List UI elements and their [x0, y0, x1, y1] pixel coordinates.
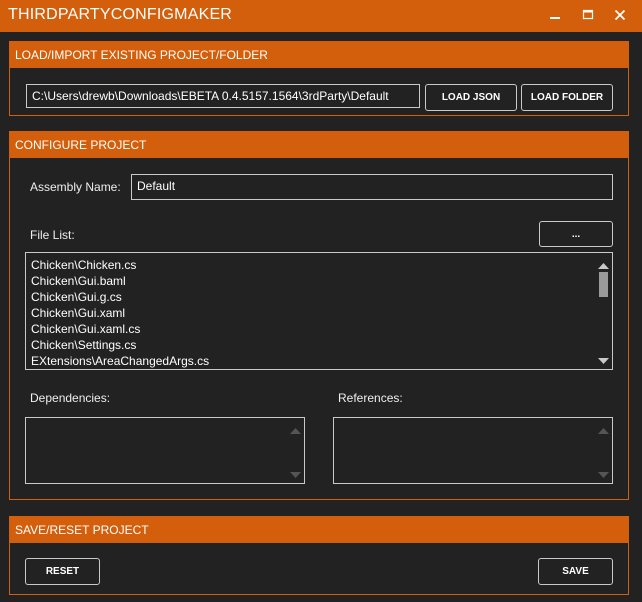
- dependencies-label: Dependencies:: [30, 391, 111, 405]
- list-item[interactable]: Chicken\Settings.cs: [26, 337, 612, 353]
- assembly-name-label: Assembly Name:: [30, 180, 121, 194]
- file-list-items: Chicken\Chicken.cs Chicken\Gui.baml Chic…: [26, 253, 612, 369]
- list-item[interactable]: Chicken\Gui.xaml: [26, 305, 612, 321]
- save-reset-title: SAVE/RESET PROJECT: [15, 523, 149, 537]
- scroll-down-icon[interactable]: [597, 353, 610, 364]
- configure-project-panel: CONFIGURE PROJECT Assembly Name: Default…: [9, 131, 629, 500]
- dependencies-list[interactable]: [25, 417, 305, 484]
- save-reset-header: SAVE/RESET PROJECT: [10, 517, 628, 543]
- scroll-down-icon[interactable]: [597, 467, 610, 478]
- scroll-thumb[interactable]: [599, 272, 608, 297]
- scroll-up-icon[interactable]: [597, 423, 610, 434]
- maximize-icon[interactable]: [579, 6, 597, 24]
- load-import-panel: LOAD/IMPORT EXISTING PROJECT/FOLDER C:\U…: [9, 41, 629, 116]
- load-folder-button[interactable]: LOAD FOLDER: [521, 84, 613, 111]
- dependencies-scrollbar[interactable]: [287, 418, 304, 483]
- load-import-header: LOAD/IMPORT EXISTING PROJECT/FOLDER: [10, 42, 628, 68]
- project-path-input[interactable]: C:\Users\drewb\Downloads\EBETA 0.4.5157.…: [26, 84, 420, 108]
- reset-button[interactable]: RESET: [25, 558, 100, 585]
- file-list-scrollbar[interactable]: [595, 253, 612, 369]
- list-item[interactable]: Chicken\Gui.baml: [26, 273, 612, 289]
- scroll-up-icon[interactable]: [289, 423, 302, 434]
- references-scrollbar[interactable]: [595, 418, 612, 483]
- scroll-down-icon[interactable]: [289, 467, 302, 478]
- list-item[interactable]: Chicken\Gui.g.cs: [26, 289, 612, 305]
- app-title: THIRDPARTYCONFIGMAKER: [8, 6, 233, 23]
- scroll-up-icon[interactable]: [597, 258, 610, 269]
- save-button[interactable]: SAVE: [538, 558, 613, 585]
- configure-project-title: CONFIGURE PROJECT: [15, 138, 147, 152]
- save-reset-panel: SAVE/RESET PROJECT RESET SAVE: [9, 516, 629, 595]
- title-bar[interactable]: THIRDPARTYCONFIGMAKER: [0, 0, 642, 32]
- close-icon[interactable]: [611, 6, 629, 24]
- list-item[interactable]: EXtensions\AreaChangedArgs.cs: [26, 353, 612, 369]
- browse-files-button[interactable]: ...: [539, 221, 613, 247]
- references-list[interactable]: [333, 417, 613, 484]
- file-list-label: File List:: [30, 228, 75, 242]
- assembly-name-input[interactable]: Default: [131, 174, 613, 200]
- load-import-title: LOAD/IMPORT EXISTING PROJECT/FOLDER: [15, 48, 268, 62]
- references-label: References:: [338, 391, 403, 405]
- list-item[interactable]: Chicken\Gui.xaml.cs: [26, 321, 612, 337]
- configure-project-header: CONFIGURE PROJECT: [10, 132, 628, 158]
- load-json-button[interactable]: LOAD JSON: [425, 84, 517, 111]
- file-list[interactable]: Chicken\Chicken.cs Chicken\Gui.baml Chic…: [25, 252, 613, 370]
- minimize-icon[interactable]: [546, 6, 564, 24]
- list-item[interactable]: Chicken\Chicken.cs: [26, 257, 612, 273]
